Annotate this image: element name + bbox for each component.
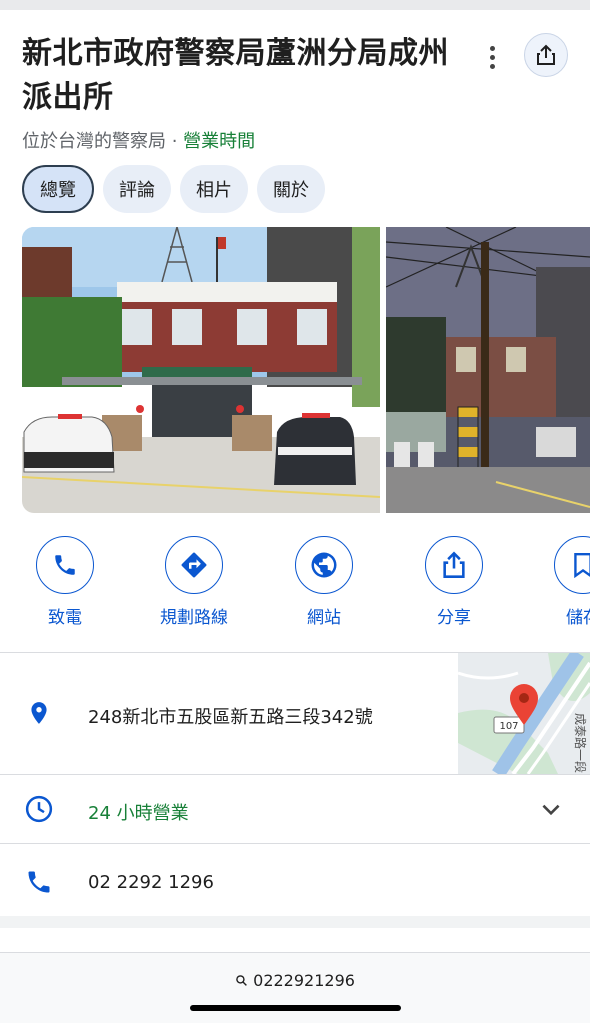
tab-reviews[interactable]: 評論 (103, 165, 171, 213)
hours-text: 24 小時營業 (88, 803, 189, 824)
share-header-button[interactable] (524, 33, 568, 77)
share-icon (537, 44, 555, 65)
directions-button[interactable]: 規劃路線 (139, 536, 249, 628)
dot (489, 45, 495, 51)
save-button[interactable]: 儲存 (528, 536, 590, 628)
call-label: 致電 (48, 608, 82, 628)
phone-text: 02 2292 1296 (88, 872, 214, 893)
more-options-button[interactable] (478, 40, 506, 74)
place-title: 新北市政府警察局蘆洲分局成州派出所 (22, 36, 449, 115)
website-button-circle[interactable] (295, 536, 353, 594)
address-text: 248新北市五股區新五路三段342號 (88, 707, 373, 728)
phone-row[interactable]: 02 2292 1296 (0, 844, 590, 916)
map-thumbnail[interactable]: 107 成泰路一段 (458, 653, 590, 774)
bookmark-icon (574, 552, 590, 578)
directions-icon (181, 552, 207, 578)
call-button-circle[interactable] (36, 536, 94, 594)
website-label: 網站 (307, 608, 341, 628)
route-badge: 107 (499, 721, 518, 732)
search-query-text: 0222921296 (253, 971, 355, 990)
top-strip (0, 0, 590, 10)
clock-icon (24, 794, 54, 824)
section-gap (0, 916, 590, 928)
location-pin-icon (24, 698, 54, 728)
save-label: 儲存 (566, 608, 590, 628)
tab-bar: 總覽 評論 相片 關於 (22, 165, 325, 213)
save-button-circle[interactable] (554, 536, 590, 594)
dot (489, 63, 495, 69)
share-label: 分享 (437, 608, 471, 628)
hours-row[interactable]: 24 小時營業 (0, 775, 590, 843)
share-button[interactable]: 分享 (399, 536, 509, 628)
tab-overview[interactable]: 總覽 (22, 165, 94, 213)
call-button[interactable]: 致電 (10, 536, 120, 628)
phone-icon (24, 867, 54, 897)
tab-about[interactable]: 關於 (257, 165, 325, 213)
place-category: 位於台灣的警察局 (22, 131, 166, 152)
home-indicator[interactable] (190, 1005, 401, 1011)
share-icon (443, 551, 465, 578)
directions-label: 規劃路線 (160, 608, 228, 628)
dot (489, 54, 495, 60)
photo-street-view[interactable] (386, 227, 590, 513)
tab-photos[interactable]: 相片 (180, 165, 248, 213)
hours-link[interactable]: 營業時間 (183, 131, 255, 152)
website-button[interactable]: 網站 (269, 536, 379, 628)
bottom-search[interactable]: 0222921296 (0, 971, 590, 990)
search-icon (236, 975, 247, 986)
globe-icon (311, 552, 337, 578)
directions-button-circle[interactable] (165, 536, 223, 594)
action-bar: 致電 規劃路線 網站 分享 儲 (0, 536, 590, 628)
photo-station-front[interactable] (22, 227, 380, 513)
place-subtitle: 位於台灣的警察局 · 營業時間 (22, 127, 255, 153)
phone-icon (55, 555, 75, 575)
chevron-down-icon[interactable] (538, 797, 564, 823)
separator: · (166, 131, 184, 152)
road-label: 成泰路一段 (573, 713, 588, 773)
share-button-circle[interactable] (425, 536, 483, 594)
bottom-search-bar[interactable]: 0222921296 (0, 952, 590, 1023)
